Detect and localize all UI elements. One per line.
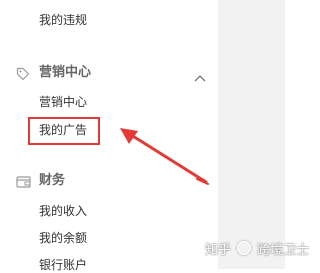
sidebar-item-my-balance[interactable]: 我的余额 [39, 230, 87, 246]
wallet-icon [16, 174, 31, 193]
watermark-logo-icon [237, 241, 252, 255]
sidebar-item-my-income[interactable]: 我的收入 [39, 203, 87, 219]
watermark: 知乎 跨境卫士 [205, 241, 309, 259]
section-marketing-header[interactable]: 营销中心 [16, 64, 206, 84]
sidebar-item-marketing-center[interactable]: 营销中心 [39, 94, 87, 110]
section-marketing-title: 营销中心 [39, 65, 92, 80]
highlight-box [28, 117, 100, 145]
watermark-text-left: 知乎 [205, 243, 232, 258]
main-content-background [218, 0, 285, 269]
sidebar-item-violations[interactable]: 我的违规 [39, 12, 87, 28]
section-finance-title: 财务 [39, 173, 66, 188]
tag-icon [16, 66, 30, 85]
chevron-up-icon[interactable] [194, 67, 206, 86]
sidebar-item-bank-account[interactable]: 银行账户 [39, 257, 87, 273]
annotation-arrow [120, 128, 209, 185]
watermark-text-right: 跨境卫士 [257, 243, 310, 258]
